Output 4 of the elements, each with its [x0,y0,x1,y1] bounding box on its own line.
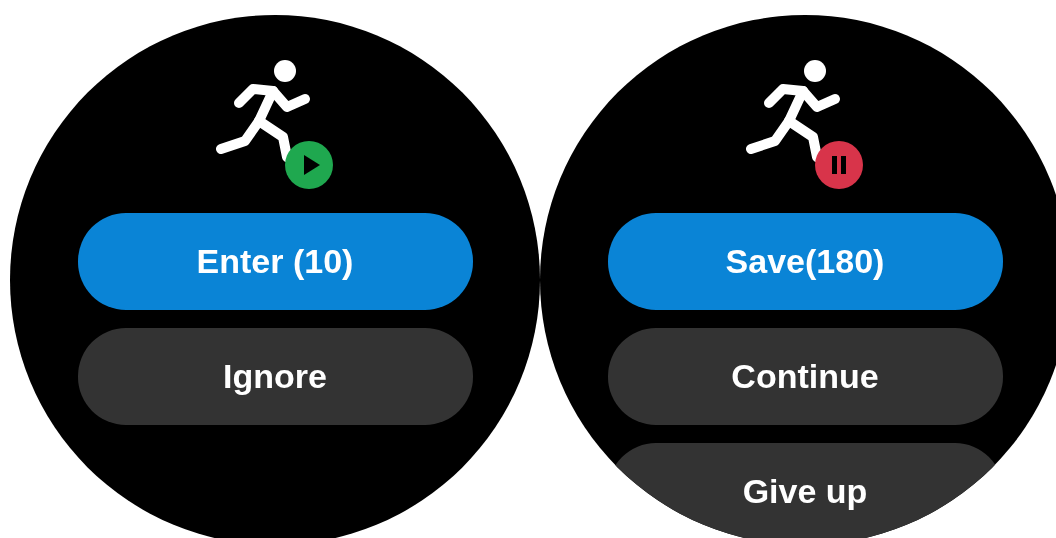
action-button[interactable]: Enter (10) [77,213,473,310]
action-button[interactable]: Continue [607,328,1003,425]
action-button[interactable]: Ignore [77,328,473,425]
action-button[interactable]: Save(180) [607,213,1003,310]
